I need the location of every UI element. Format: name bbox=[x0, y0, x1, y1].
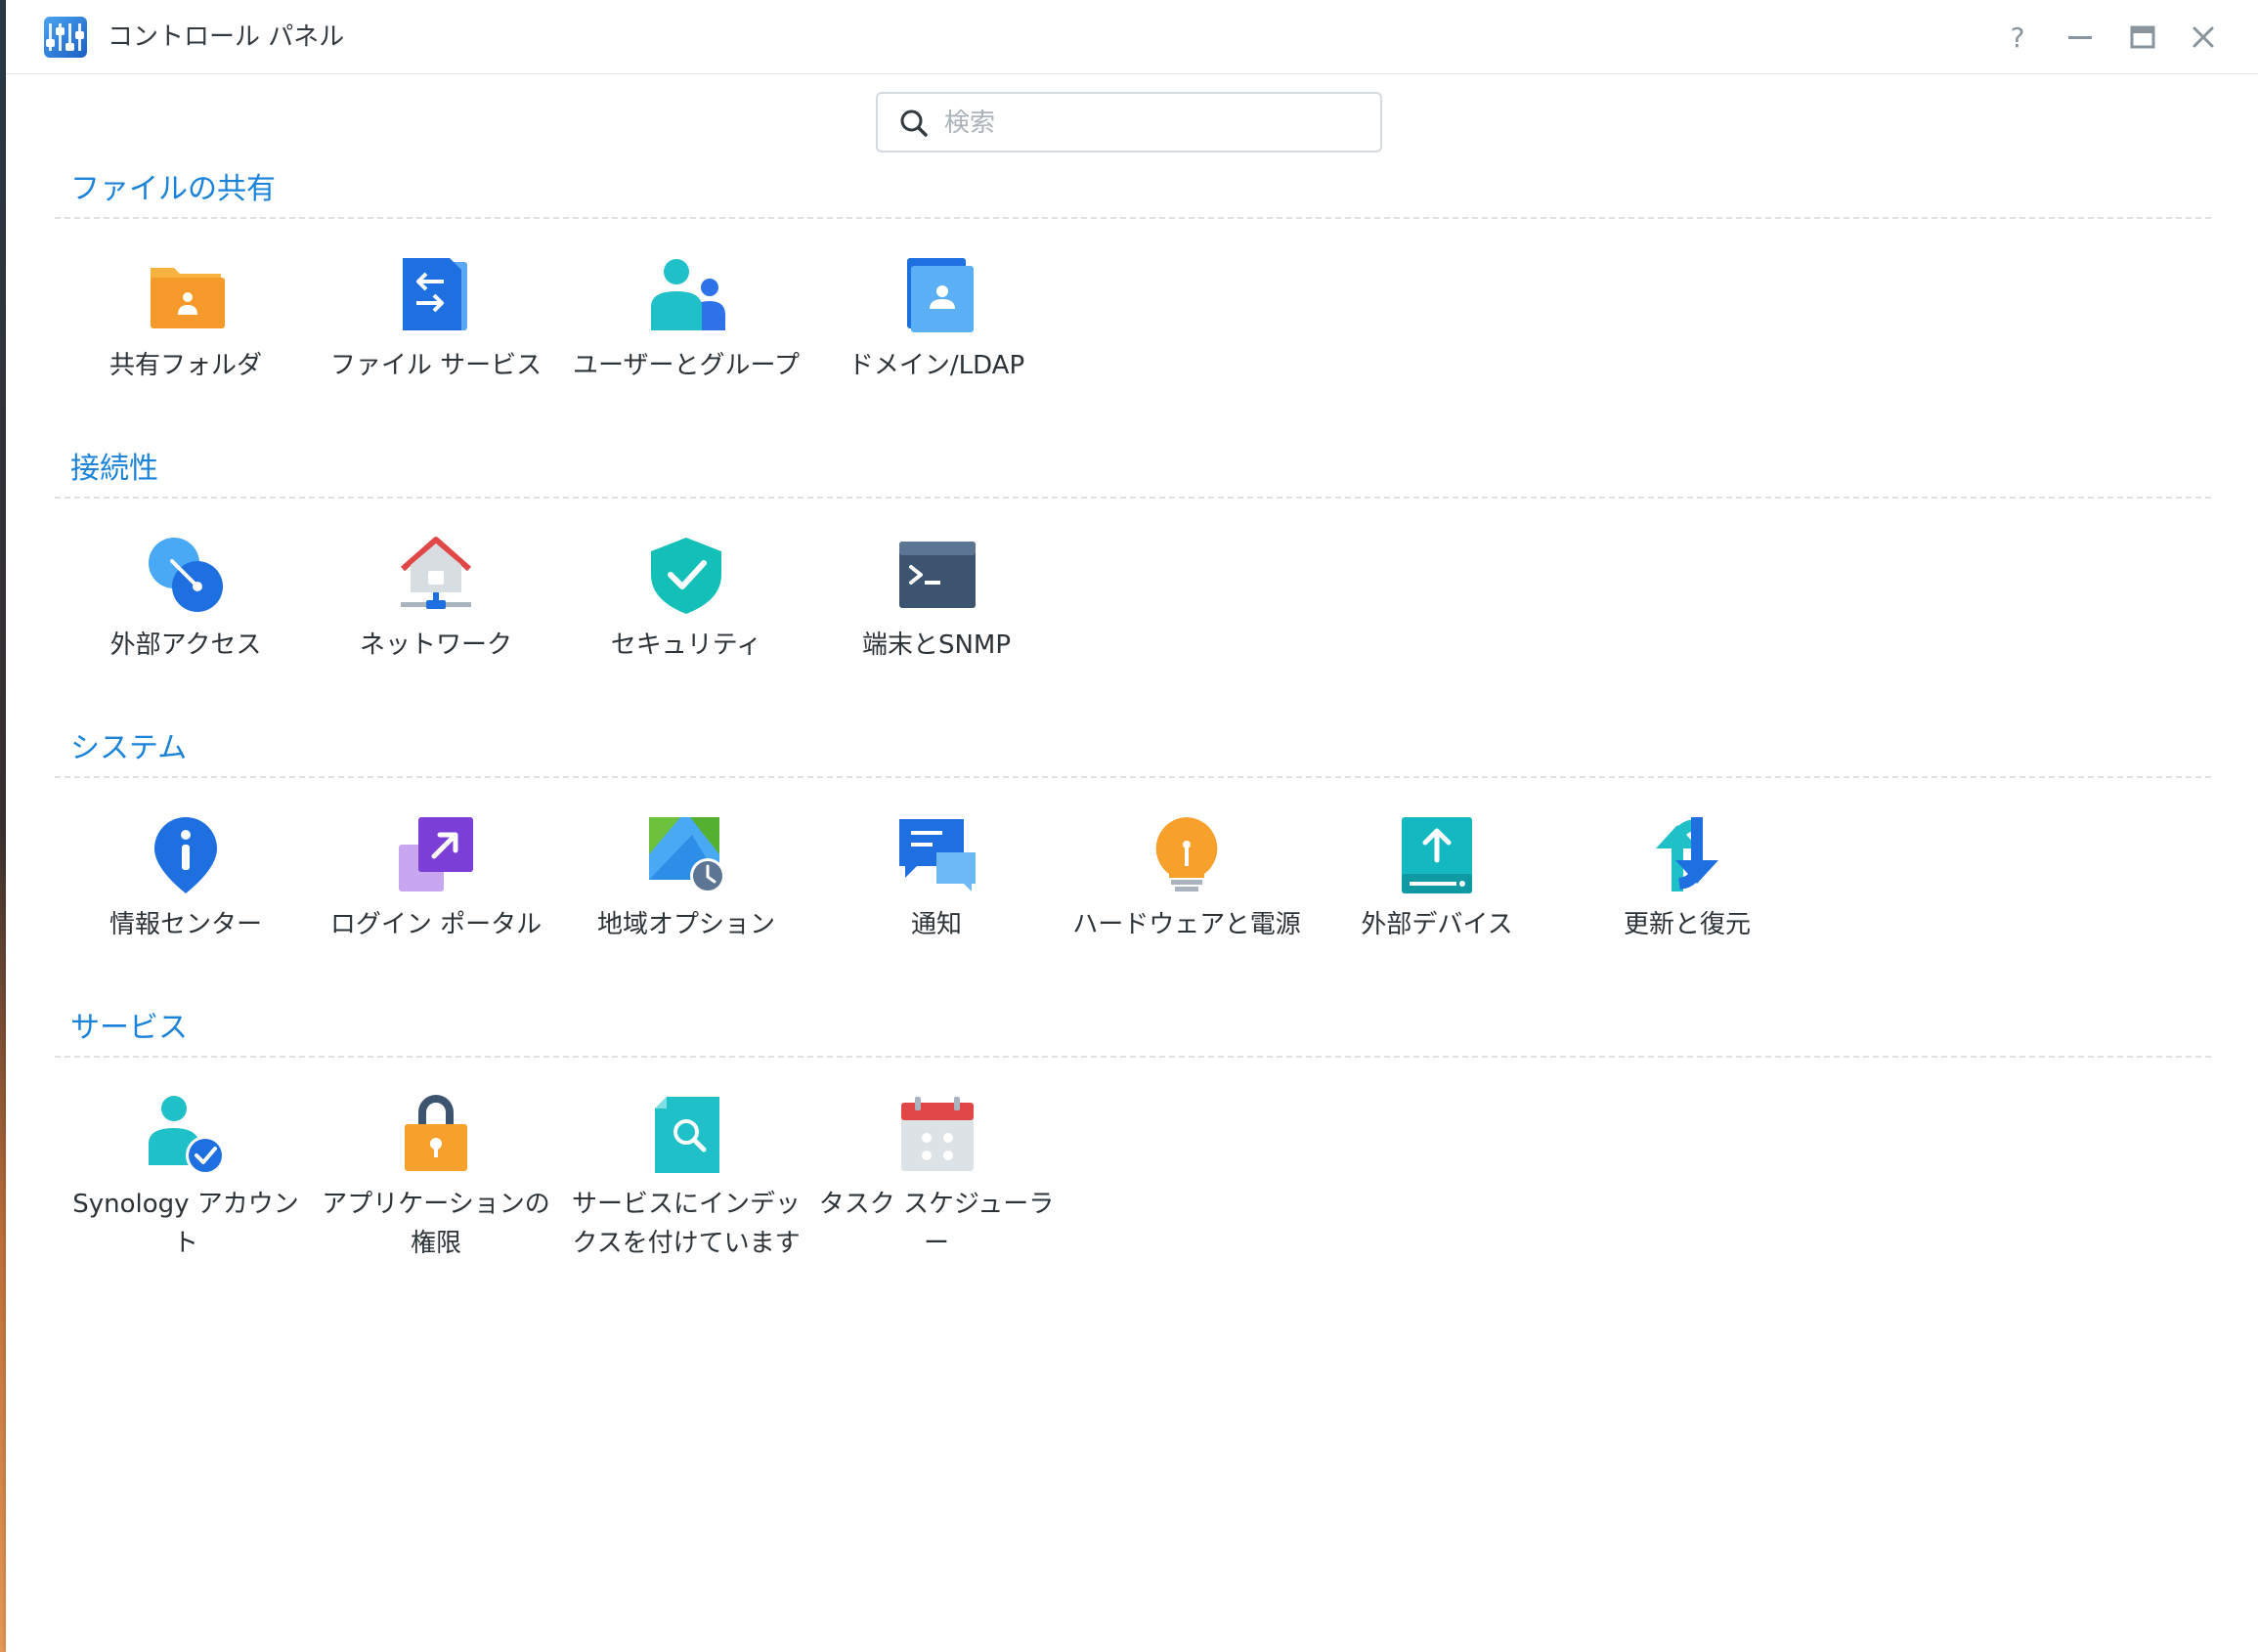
item-indexing-service[interactable]: サービスにインデックスを付けています bbox=[561, 1095, 811, 1281]
section-title-system: システム bbox=[70, 731, 188, 765]
item-label: セキュリティ bbox=[610, 630, 762, 660]
item-label: ネットワーク bbox=[359, 630, 512, 660]
info-center-icon bbox=[147, 815, 225, 893]
update-restore-icon bbox=[1648, 815, 1726, 893]
item-external-devices[interactable]: 外部デバイス bbox=[1312, 815, 1562, 1001]
help-icon[interactable]: ? bbox=[2000, 20, 2035, 55]
close-icon[interactable] bbox=[2186, 20, 2221, 55]
section-divider bbox=[55, 217, 2211, 219]
item-file-services[interactable]: ファイル サービス bbox=[311, 256, 561, 442]
item-login-portal[interactable]: ログイン ポータル bbox=[311, 815, 561, 1001]
search-icon bbox=[899, 109, 929, 138]
item-label: サービスにインデックスを付けています bbox=[571, 1190, 801, 1258]
indexing-service-icon bbox=[647, 1095, 725, 1173]
item-label: 外部デバイス bbox=[1361, 910, 1513, 939]
item-label: 地域オプション bbox=[596, 910, 775, 939]
item-label: ファイル サービス bbox=[329, 351, 543, 380]
item-label: Synology アカウント bbox=[72, 1190, 299, 1258]
section-divider bbox=[55, 776, 2211, 778]
item-label: 端末とSNMP bbox=[861, 630, 1012, 660]
control-panel-app-icon bbox=[43, 16, 88, 59]
window-title: コントロール パネル bbox=[108, 22, 345, 52]
item-user-group[interactable]: ユーザーとグループ bbox=[561, 256, 811, 442]
search-input[interactable] bbox=[942, 102, 1357, 145]
item-label: アプリケーションの権限 bbox=[322, 1190, 550, 1258]
item-security[interactable]: セキュリティ bbox=[561, 536, 811, 721]
item-external-access[interactable]: 外部アクセス bbox=[61, 536, 311, 721]
item-label: 情報センター bbox=[109, 910, 262, 939]
task-scheduler-icon bbox=[897, 1095, 976, 1173]
item-label: ドメイン/LDAP bbox=[847, 351, 1025, 380]
login-portal-icon bbox=[397, 815, 475, 893]
external-devices-icon bbox=[1398, 815, 1476, 893]
item-terminal-snmp[interactable]: 端末とSNMP bbox=[811, 536, 1062, 721]
synology-account-icon bbox=[147, 1095, 225, 1173]
item-label: 外部アクセス bbox=[109, 630, 262, 660]
item-label: ユーザーとグループ bbox=[573, 351, 800, 380]
regional-options-icon bbox=[647, 815, 725, 893]
title-bar: コントロール パネル ? bbox=[6, 0, 2258, 74]
item-label: ログイン ポータル bbox=[329, 910, 543, 939]
item-regional-options[interactable]: 地域オプション bbox=[561, 815, 811, 1001]
notification-icon bbox=[897, 815, 976, 893]
shared-folder-icon bbox=[147, 256, 225, 334]
item-label: 更新と復元 bbox=[1623, 910, 1751, 939]
item-label: 共有フォルダ bbox=[109, 351, 262, 380]
hardware-power-icon bbox=[1148, 815, 1226, 893]
network-icon bbox=[397, 536, 475, 614]
section-divider bbox=[55, 497, 2211, 499]
item-domain-ldap[interactable]: ドメイン/LDAP bbox=[811, 256, 1062, 442]
item-application-privileges[interactable]: アプリケーションの権限 bbox=[311, 1095, 561, 1281]
item-hardware-power[interactable]: ハードウェアと電源 bbox=[1062, 815, 1312, 1001]
user-group-icon bbox=[647, 256, 725, 334]
item-network[interactable]: ネットワーク bbox=[311, 536, 561, 721]
search-box[interactable] bbox=[876, 92, 1382, 152]
svg-text:?: ? bbox=[2011, 22, 2025, 54]
section-divider bbox=[55, 1056, 2211, 1058]
item-label: 通知 bbox=[910, 910, 962, 939]
maximize-icon[interactable] bbox=[2125, 20, 2160, 55]
file-services-icon bbox=[397, 256, 475, 334]
section-title-connectivity: 接続性 bbox=[70, 452, 158, 486]
item-label: タスク スケジューラー bbox=[818, 1190, 1055, 1258]
control-panel-window: コントロール パネル ? ファイルの共有 共有フォルダ ファイル サービス bbox=[6, 0, 2258, 1652]
minimize-icon[interactable] bbox=[2063, 20, 2098, 55]
item-synology-account[interactable]: Synology アカウント bbox=[61, 1095, 311, 1281]
application-privileges-icon bbox=[397, 1095, 475, 1173]
item-label: ハードウェアと電源 bbox=[1072, 910, 1301, 939]
terminal-icon bbox=[897, 536, 976, 614]
security-shield-icon bbox=[647, 536, 725, 614]
external-access-icon bbox=[147, 536, 225, 614]
item-task-scheduler[interactable]: タスク スケジューラー bbox=[811, 1095, 1062, 1281]
item-info-center[interactable]: 情報センター bbox=[61, 815, 311, 1001]
item-shared-folder[interactable]: 共有フォルダ bbox=[61, 256, 311, 442]
item-update-restore[interactable]: 更新と復元 bbox=[1562, 815, 1812, 1001]
domain-ldap-icon bbox=[897, 256, 976, 334]
item-notification[interactable]: 通知 bbox=[811, 815, 1062, 1001]
section-title-file-sharing: ファイルの共有 bbox=[70, 172, 276, 206]
section-title-services: サービス bbox=[70, 1011, 188, 1045]
